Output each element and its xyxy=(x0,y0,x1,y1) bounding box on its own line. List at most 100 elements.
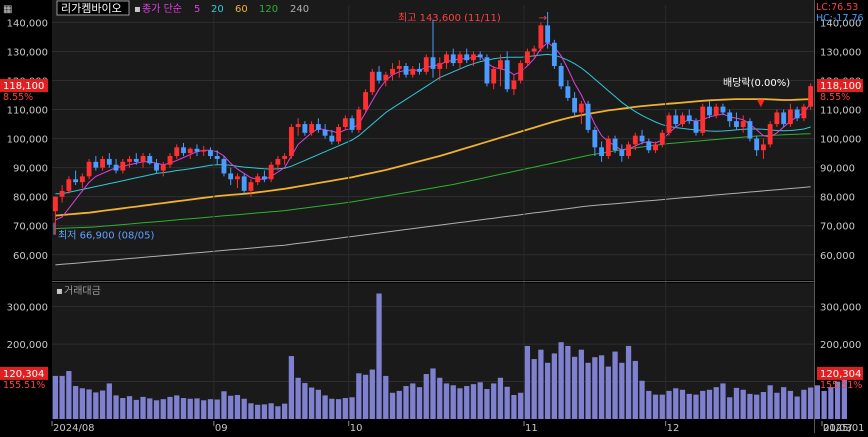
volume-bar xyxy=(322,395,328,419)
symbol-title: 리가켐바이오 xyxy=(61,2,122,15)
volume-bar xyxy=(470,384,477,419)
left-price-axis: 140,000130,000120,000110,000100,00090,00… xyxy=(7,18,48,261)
volume-bar xyxy=(625,345,632,419)
volume-bar xyxy=(781,387,787,419)
candle xyxy=(423,54,429,75)
candle-body xyxy=(787,109,793,125)
candle xyxy=(336,124,342,145)
volume-bar xyxy=(335,399,342,419)
volume-bar xyxy=(174,395,180,419)
volume-bar xyxy=(248,403,254,419)
candle-body xyxy=(79,176,85,183)
volume-bar xyxy=(302,383,308,419)
volume-bar xyxy=(477,382,483,419)
volume-bar xyxy=(295,377,301,419)
left-current-pct: 8.55% xyxy=(3,92,33,103)
ma-type-label: 종가 단순 xyxy=(142,3,182,15)
candle-body xyxy=(396,65,402,69)
candle-body xyxy=(275,158,281,165)
candle-body xyxy=(605,138,611,157)
high-annotation: 최고 143,600 (11/11) xyxy=(398,12,501,24)
candle-body xyxy=(646,141,652,151)
candle-body xyxy=(221,158,227,174)
menu-icon[interactable]: ▦ xyxy=(3,4,12,15)
volume-bar xyxy=(706,389,713,419)
volume-bar xyxy=(443,383,450,419)
price-tick-label: 140,000 xyxy=(7,18,48,29)
price-tick-label: 130,000 xyxy=(820,47,861,58)
volume-bar xyxy=(612,351,618,419)
volume-bar xyxy=(180,398,187,419)
candle-body xyxy=(336,126,342,142)
candle-body xyxy=(160,164,166,171)
candle-body xyxy=(349,118,355,130)
volume-bar xyxy=(794,396,800,419)
volume-bar xyxy=(228,395,234,419)
volume-bar xyxy=(531,359,537,419)
candle xyxy=(700,103,706,136)
candle-body xyxy=(390,68,395,75)
x-tick-label: 10 xyxy=(350,423,363,433)
candle-body xyxy=(558,65,564,87)
volume-bar xyxy=(592,357,598,419)
volume-bar xyxy=(760,392,767,419)
volume-bar xyxy=(747,393,753,419)
volume-bar xyxy=(457,388,463,419)
candle-body xyxy=(208,150,213,157)
candle-body xyxy=(680,115,685,125)
price-tick-label: 80,000 xyxy=(13,193,48,204)
volume-bar xyxy=(356,373,362,419)
right-current-volume-pct: 155.51% xyxy=(820,380,862,391)
volume-panel-title: 거래대금 xyxy=(64,285,101,297)
volume-bar xyxy=(646,390,652,419)
left-current-price: 118,100 xyxy=(3,81,44,92)
volume-bar xyxy=(113,395,119,419)
candle-body xyxy=(551,42,557,66)
candle-body xyxy=(342,118,348,127)
volume-legend-bullet: ▪ xyxy=(56,286,63,297)
volume-bar xyxy=(241,398,247,419)
candle-body xyxy=(140,156,146,162)
volume-tick-label: 300,000 xyxy=(820,303,861,314)
volume-bar xyxy=(720,383,726,419)
candle-body xyxy=(484,57,490,84)
candle xyxy=(605,135,611,159)
volume-bar xyxy=(383,375,389,419)
volume-bar xyxy=(511,395,517,419)
volume-bar xyxy=(727,397,733,419)
candle xyxy=(558,63,564,90)
x-tick-label: 12 xyxy=(667,423,680,433)
volume-bar xyxy=(545,362,551,419)
volume-bar xyxy=(571,356,578,419)
chart-canvas[interactable]: 140,000130,000120,000110,000100,00090,00… xyxy=(0,0,868,434)
candle-body xyxy=(288,126,294,157)
volume-bar xyxy=(686,393,692,419)
ma-legend-item: 60 xyxy=(235,4,248,15)
volume-bar xyxy=(430,368,436,419)
volume-bar xyxy=(389,392,396,419)
candle-body xyxy=(686,115,692,122)
candle-body xyxy=(174,147,180,157)
volume-bar xyxy=(403,386,409,419)
candle-body xyxy=(59,190,65,197)
candle-body xyxy=(659,132,665,145)
candle-body xyxy=(511,80,517,90)
ma-legend-item: 20 xyxy=(211,4,224,15)
volume-bar xyxy=(828,387,834,419)
candle-body xyxy=(127,158,132,162)
volume-bar xyxy=(558,342,564,419)
volume-bar xyxy=(369,369,375,419)
volume-bar xyxy=(167,396,173,419)
candle-body xyxy=(315,124,321,130)
low-annotation: 최저 66,900 (08/05) xyxy=(58,230,154,242)
candle xyxy=(666,112,672,136)
x-tick-label: 09 xyxy=(215,423,228,433)
candle-body xyxy=(565,86,571,98)
volume-bar xyxy=(464,386,470,419)
price-tick-label: 110,000 xyxy=(7,106,48,117)
volume-bar xyxy=(133,399,139,419)
candle-body xyxy=(106,158,112,165)
volume-bar xyxy=(153,400,160,419)
volume-bar xyxy=(652,394,659,419)
candle-body xyxy=(181,147,186,154)
